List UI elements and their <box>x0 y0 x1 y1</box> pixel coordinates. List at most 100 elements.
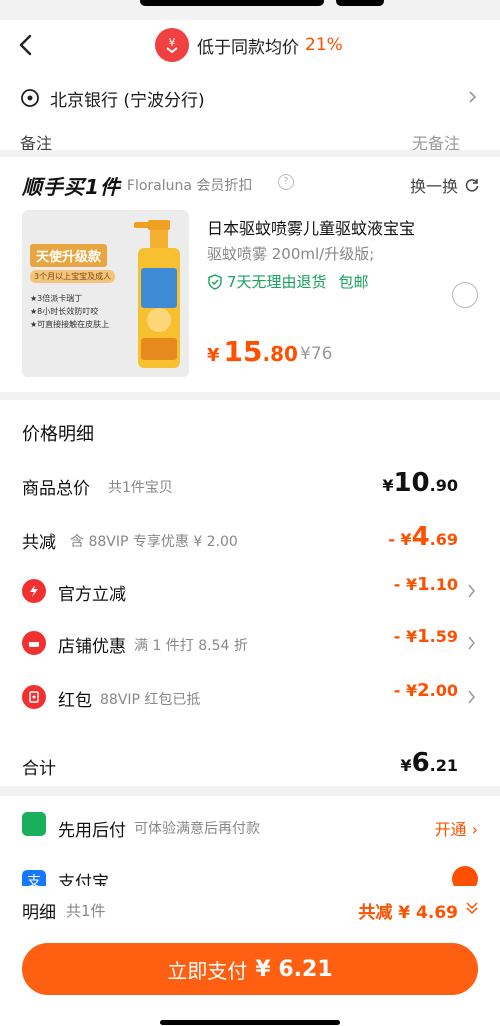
pay-now-label: 立即支付 <box>167 958 248 983</box>
address-text: 北京银行 (宁波分行) <box>50 91 205 111</box>
header-title: 低于同款均价 <box>197 37 299 58</box>
row-label: 共减 <box>22 533 56 553</box>
spray-bottle-icon <box>134 220 180 368</box>
swap-label: 换一换 <box>409 177 458 196</box>
image-bullet: ★3倍派卡瑞丁 <box>30 294 83 303</box>
quick-buy-brand: 顺手买1件 <box>22 175 121 199</box>
select-radio[interactable] <box>452 282 478 308</box>
svg-text:¥: ¥ <box>169 36 176 49</box>
row-note: 含 88VIP 专享优惠 ¥ 2.00 <box>70 534 238 550</box>
amount-sign: - ¥ <box>393 627 418 646</box>
pay-now-button[interactable]: 立即支付 ¥ 6.21 <box>22 943 478 995</box>
amount-int: 4 <box>411 522 430 552</box>
lightning-icon <box>22 579 46 603</box>
address-section[interactable]: 北京银行 (宁波分行) 备注 无备注 <box>0 70 500 150</box>
free-shipping-tag: 包邮 <box>338 273 369 291</box>
amount-int: 10 <box>393 468 430 498</box>
chevron-right-icon <box>469 91 477 103</box>
help-icon[interactable]: ? <box>278 174 294 190</box>
row-store-discount[interactable]: 店铺优惠 满 1 件打 8.54 折 - ¥ 1 .59 <box>0 624 500 664</box>
return-policy-tag: 7天无理由退货 <box>227 273 327 291</box>
amount-sign: - ¥ <box>388 530 412 549</box>
shield-check-icon <box>208 273 222 290</box>
checkout-footer: 明细 共1件 共减 ¥ 4.69 立即支付 ¥ 6.21 <box>0 886 500 1026</box>
image-bullet: ★可直接接触在皮肤上 <box>30 320 110 329</box>
row-amount: - ¥ 2 .00 <box>394 680 458 701</box>
row-note: 88VIP 红包已抵 <box>100 692 201 708</box>
price-currency: ¥ <box>207 345 220 366</box>
row-amount: - ¥ 1 .59 <box>394 626 458 647</box>
product-title[interactable]: 日本驱蚊喷雾儿童驱蚊液宝宝 <box>207 215 415 239</box>
amount-sign: ¥ <box>382 476 394 495</box>
amount-dec: .90 <box>429 476 458 495</box>
row-note: 满 1 件打 8.54 折 <box>134 638 248 654</box>
status-indicator <box>336 0 384 6</box>
amount-int: 1 <box>417 574 430 595</box>
total-savings[interactable]: 共减 ¥ 4.69 <box>358 898 458 923</box>
price-decimal: .80 <box>262 342 298 366</box>
pay-now-amount: ¥ 6.21 <box>255 956 333 982</box>
selected-check-icon[interactable] <box>452 866 478 886</box>
dynamic-island <box>140 0 324 6</box>
amount-sign: ¥ <box>400 756 412 775</box>
chevron-right-icon <box>468 584 475 598</box>
swap-button[interactable]: 换一换 <box>410 173 480 197</box>
row-official-discount[interactable]: 官方立减 - ¥ 1 .10 <box>0 572 500 612</box>
row-red-packet[interactable]: 红包 88VIP 红包已抵 - ¥ 2 .00 <box>0 678 500 718</box>
back-arrow-icon[interactable] <box>14 32 40 58</box>
image-subtag: 3个月以上宝宝及成人 <box>30 270 116 283</box>
image-bullets: ★3倍派卡瑞丁 ★8小时长效防叮咬 ★可直接接触在皮肤上 <box>30 292 109 331</box>
row-amount: - ¥ 1 .10 <box>394 574 458 595</box>
remark-label: 备注 <box>20 134 53 150</box>
yen-down-icon: ¥ <box>155 28 189 62</box>
pay-later-label[interactable]: 先用后付 <box>58 816 126 841</box>
amount-int: 2 <box>417 680 430 701</box>
amount-sign: - ¥ <box>393 681 418 700</box>
chevron-double-down-icon[interactable] <box>464 900 480 916</box>
item-count: 共1件 <box>66 902 106 920</box>
amount-sign: - ¥ <box>393 575 418 594</box>
product-image[interactable]: 天使升级款 3个月以上宝宝及成人 ★3倍派卡瑞丁 ★8小时长效防叮咬 ★可直接接… <box>22 210 189 377</box>
row-amount: - ¥ 4 .69 <box>388 522 458 552</box>
amount-dec: .00 <box>429 681 458 700</box>
nav-header: ¥ 低于同款均价 21% <box>0 20 500 70</box>
amount-int: 1 <box>417 626 430 647</box>
service-tags: 7天无理由退货 包邮 <box>207 271 369 292</box>
payment-methods: 先用后付 可体验满意后再付款 开通 › 支 支付宝 <box>0 796 500 886</box>
row-label: 商品总价 <box>22 479 90 499</box>
row-amount: ¥ 6 .21 <box>400 748 458 778</box>
remark-value: 无备注 <box>411 134 460 150</box>
original-price: ¥76 <box>300 344 333 364</box>
row-total-discount: 共减 含 88VIP 专享优惠 ¥ 2.00 - ¥ 4 .69 <box>0 520 500 560</box>
price-detail-title: 价格明细 <box>22 424 94 445</box>
price-integer: 15 <box>223 335 263 368</box>
pay-later-activate-button[interactable]: 开通 › <box>435 816 479 840</box>
product-price: ¥ 15 .80 <box>207 335 298 368</box>
row-label: 店铺优惠 <box>58 637 126 657</box>
amount-dec: .69 <box>429 530 458 549</box>
row-label: 官方立减 <box>58 585 126 605</box>
image-tag: 天使升级款 <box>30 244 108 267</box>
product-spec[interactable]: 驱蚊喷雾 200ml/升级版; <box>207 243 374 264</box>
red-packet-icon <box>22 685 46 709</box>
home-indicator <box>160 1020 340 1025</box>
price-detail-section: 价格明细 商品总价 共1件宝贝 ¥ 10 .90 共减 含 88VIP 专享优惠… <box>0 400 500 786</box>
store-icon <box>22 631 46 655</box>
row-grand-total: 合计 ¥ 6 .21 <box>0 746 500 786</box>
price-compare-banner: ¥ 低于同款均价 21% <box>155 28 343 62</box>
image-bullet: ★8小时长效防叮咬 <box>30 307 99 316</box>
product-card: 顺手买1件 · Floraluna 会员折扣 ? 换一换 天使升级款 3个月以上… <box>0 157 500 392</box>
activate-label: 开通 <box>434 820 467 839</box>
row-label: 合计 <box>22 759 56 779</box>
member-discount-label: · Floraluna 会员折扣 <box>118 178 253 194</box>
detail-label[interactable]: 明细 <box>22 898 56 923</box>
alipay-label[interactable]: 支付宝 <box>58 868 109 886</box>
amount-dec: .21 <box>429 756 458 775</box>
pay-later-icon <box>22 812 46 836</box>
row-note: 共1件宝贝 <box>108 480 173 496</box>
row-label: 红包 <box>58 691 92 711</box>
amount-dec: .59 <box>429 627 458 646</box>
alipay-icon: 支 <box>22 870 46 886</box>
status-bar <box>0 0 500 6</box>
pay-later-note: 可体验满意后再付款 <box>134 821 260 837</box>
